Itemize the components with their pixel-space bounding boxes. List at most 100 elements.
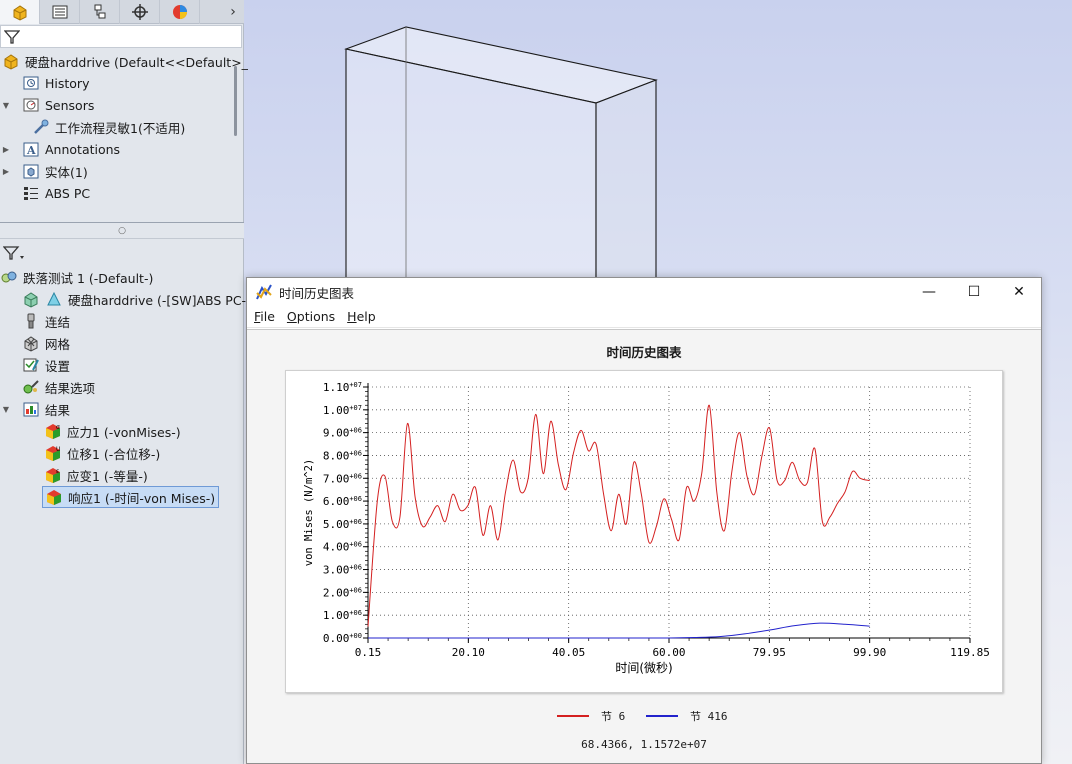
feature-manager-icon [13,5,26,21]
tree-item-label: 设置 [45,358,71,374]
tree-scrollbar[interactable] [234,66,237,136]
result-item-response[interactable]: 响应1 (-时间-von Mises-) [42,486,220,508]
dimxpert-crosshair-icon [131,4,148,20]
tree-item-label: 应力1 (-vonMises-) [67,424,181,440]
tab-configuration-manager[interactable] [80,0,120,24]
tree-item-label: 应变1 (-等量-) [67,468,148,484]
response-plot-icon [45,488,63,506]
tree-item-label: 实体(1) [45,164,88,180]
tabs-more-chevron-icon[interactable]: › [222,0,244,24]
study-item-setup[interactable]: 设置 [22,354,70,376]
tree-part-root[interactable]: 硬盘harddrive (Default<<Default>_ [2,50,248,72]
legend-entry-node-416: 节 416 [646,708,728,724]
sensors-icon [22,96,40,114]
manager-tabs: › [0,0,244,24]
y-tick-label: 7.00+06 [323,472,362,485]
menu-options[interactable]: Options [287,309,335,324]
tree-item-solid-bodies[interactable]: ▶ 实体(1) [0,160,88,182]
study-item-result-options[interactable]: 结果选项 [22,376,95,398]
series-line-node-416 [367,622,870,639]
setup-icon [22,356,40,374]
window-title: 时间历史图表 [279,285,355,301]
panel-splitter-handle[interactable]: ○ [0,222,244,239]
stress-plot-icon: σ [44,422,62,440]
close-button[interactable]: ✕ [996,278,1042,306]
maximize-button[interactable]: ☐ [951,278,997,306]
study-item-connections[interactable]: 连结 [22,310,70,332]
window-titlebar[interactable]: 时间历史图表 — ☐ ✕ [247,278,1041,306]
tab-dimxpert-manager[interactable] [120,0,160,24]
graph-app-icon [256,284,272,300]
legend-swatch-blue [646,715,678,717]
menu-label-rest: elp [356,309,376,324]
tree-item-label: 位移1 (-合位移-) [67,446,161,462]
tree-item-material[interactable]: ABS PC [10,182,90,204]
study-item-mesh[interactable]: 网格 [22,332,70,354]
results-folder-icon [22,400,40,418]
collapse-arrow-icon[interactable]: ▼ [0,405,12,414]
chart-title: 时间历史图表 [606,345,682,360]
legend-entry-node-6: 节 6 [557,708,625,724]
result-item-displacement[interactable]: U 位移1 (-合位移-) [44,442,160,464]
part-name-label: 硬盘harddrive (Default<<Default>_ [25,54,248,70]
time-history-window: 时间历史图表 — ☐ ✕ File Options Help 时间历史图表 0.… [246,277,1042,764]
tree-item-sensors[interactable]: ▼ Sensors [0,94,94,116]
expand-arrow-icon[interactable]: ▶ [0,145,12,154]
legend-label: 节 6 [601,710,626,723]
tree-item-label: Sensors [45,97,95,113]
result-options-icon [22,378,40,396]
result-item-stress[interactable]: σ 应力1 (-vonMises-) [44,420,181,442]
x-tick-label: 0.15 [355,646,382,659]
part-mesh-icon [22,290,40,308]
tree-item-label: 响应1 (-时间-von Mises-) [68,490,216,506]
y-tick-label: 1.10+07 [323,381,362,394]
y-tick-label: 1.00+07 [323,404,362,417]
svg-text:U: U [56,446,60,453]
filter-dropdown-icon [3,246,24,260]
tab-display-manager[interactable] [160,0,200,24]
part-icon [2,52,20,70]
tree-item-label: 工作流程灵敏1(不适用) [55,120,186,136]
menu-file[interactable]: File [254,309,275,324]
legend-swatch-red [557,715,589,717]
tree-item-label: 硬盘harddrive (-[SW]ABS PC-) [68,292,251,308]
study-item-part[interactable]: 硬盘harddrive (-[SW]ABS PC-) [22,288,251,310]
history-icon [22,74,40,92]
annotations-icon: A [22,140,40,158]
displacement-plot-icon: U [44,444,62,462]
tree-item-workflow-sensor[interactable]: 工作流程灵敏1(不适用) [32,116,185,138]
time-history-chart[interactable]: 0.15 20.10 40.05 60.00 79.95 99.90 119.85 0.00+… [286,371,1002,692]
svg-text:A: A [26,144,36,157]
y-tick-label: 9.00+06 [323,427,362,440]
tree-item-label: Annotations [45,141,121,157]
plot-frame[interactable]: 0.15 20.10 40.05 60.00 79.95 99.90 119.85 0.00+… [285,370,1003,693]
x-tick-label: 119.85 [950,646,990,659]
drop-test-study-icon [0,268,18,286]
svg-text:σ: σ [56,424,60,431]
svg-text:ε: ε [56,468,59,475]
study-item-results[interactable]: ▼ 结果 [0,398,70,420]
tree-item-label: 连结 [45,314,71,330]
menu-help[interactable]: Help [347,309,376,324]
y-tick-label: 8.00+06 [323,449,362,462]
tree-item-history[interactable]: History [10,72,89,94]
legend-label: 节 416 [690,710,728,723]
result-item-strain[interactable]: ε 应变1 (-等量-) [44,464,148,486]
minimize-button[interactable]: — [906,278,952,306]
filter-icon [4,30,20,44]
x-tick-label: 40.05 [552,646,585,659]
tab-feature-manager[interactable] [0,0,40,24]
display-manager-icon [172,5,187,19]
tree-item-label: 结果 [45,402,71,418]
tree-filter-input[interactable] [0,25,242,48]
collapse-arrow-icon[interactable]: ▼ [0,101,12,110]
tree-item-label: 结果选项 [45,380,96,396]
mesh-icon [22,334,40,352]
study-filter-button[interactable] [0,241,244,265]
expand-arrow-icon[interactable]: ▶ [0,167,12,176]
tree-item-annotations[interactable]: ▶ A Annotations [0,138,120,160]
material-icon [22,184,40,202]
study-root[interactable]: 跌落测试 1 (-Default-) [0,266,153,288]
tab-property-manager[interactable] [40,0,80,24]
x-tick-label: 60.00 [652,646,685,659]
